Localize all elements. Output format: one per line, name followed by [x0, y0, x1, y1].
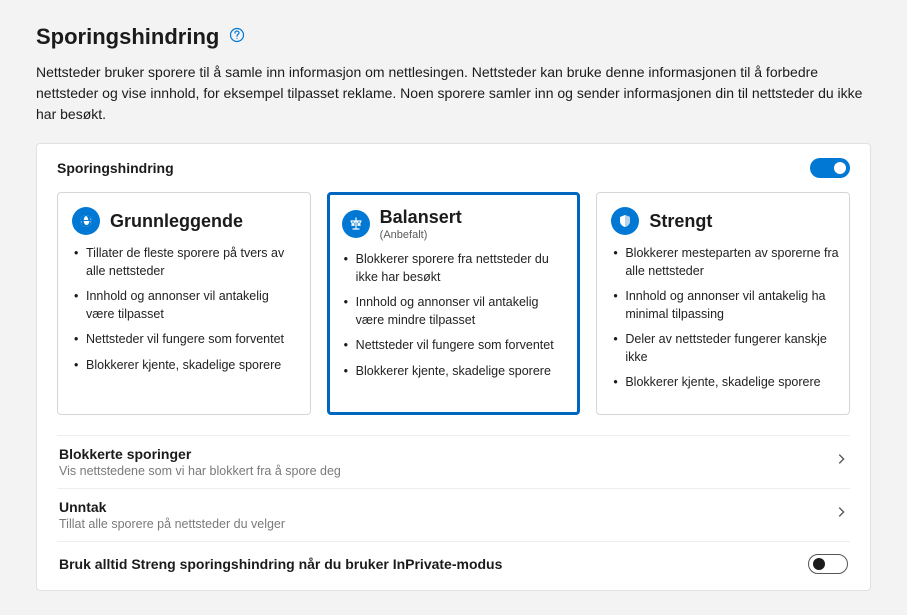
blocked-trackers-subtitle: Vis nettstedene som vi har blokkert fra …	[59, 464, 341, 478]
tracking-prevention-panel: Sporingshindring Grunnleggende Tillater d…	[36, 143, 871, 591]
inprivate-strict-title: Bruk alltid Streng sporingshindring når …	[59, 556, 502, 572]
panel-title: Sporingshindring	[57, 160, 174, 176]
page-title: Sporingshindring	[36, 24, 219, 50]
card-bullet: Blokkerer kjente, skadelige sporere	[72, 357, 300, 375]
tracking-level-card-basic[interactable]: Grunnleggende Tillater de fleste sporere …	[57, 192, 311, 415]
tracking-prevention-toggle[interactable]	[810, 158, 850, 178]
chevron-right-icon	[834, 452, 848, 471]
card-bullet: Blokkerer mesteparten av sporerne fra al…	[611, 245, 839, 280]
tracking-level-card-balanced[interactable]: Balansert(Anbefalt) Blokkerer sporere fra…	[327, 192, 581, 415]
card-title: Grunnleggende	[110, 211, 243, 232]
card-bullet: Innhold og annonser vil antakelig ha min…	[611, 288, 839, 323]
blocked-trackers-title: Blokkerte sporinger	[59, 446, 341, 462]
card-bullet: Blokkerer kjente, skadelige sporere	[611, 374, 839, 392]
blocked-trackers-row[interactable]: Blokkerte sporinger Vis nettstedene som …	[57, 435, 850, 488]
tracking-level-card-strict[interactable]: Strengt Blokkerer mesteparten av sporerne…	[596, 192, 850, 415]
card-bullet: Nettsteder vil fungere som forventet	[342, 337, 570, 355]
card-bullet: Innhold og annonser vil antakelig være m…	[342, 294, 570, 329]
exceptions-title: Unntak	[59, 499, 285, 515]
card-bullet: Tillater de fleste sporere på tvers av a…	[72, 245, 300, 280]
card-bullet: Blokkerer sporere fra nettsteder du ikke…	[342, 251, 570, 286]
scales-icon	[342, 210, 370, 238]
inprivate-strict-row: Bruk alltid Streng sporingshindring når …	[57, 541, 850, 578]
card-title: Strengt	[649, 211, 712, 232]
card-title: Balansert	[380, 207, 462, 228]
exceptions-row[interactable]: Unntak Tillat alle sporere på nettsteder…	[57, 488, 850, 541]
inprivate-strict-toggle[interactable]	[808, 554, 848, 574]
exceptions-subtitle: Tillat alle sporere på nettsteder du vel…	[59, 517, 285, 531]
help-icon[interactable]	[229, 27, 245, 48]
card-bullet: Innhold og annonser vil antakelig være t…	[72, 288, 300, 323]
globe-icon	[72, 207, 100, 235]
shield-icon	[611, 207, 639, 235]
card-bullet: Nettsteder vil fungere som forventet	[72, 331, 300, 349]
page-description: Nettsteder bruker sporere til å samle in…	[36, 62, 866, 125]
card-bullet: Blokkerer kjente, skadelige sporere	[342, 363, 570, 381]
card-bullet: Deler av nettsteder fungerer kanskje ikk…	[611, 331, 839, 366]
card-subtitle: (Anbefalt)	[380, 229, 462, 241]
chevron-right-icon	[834, 505, 848, 524]
